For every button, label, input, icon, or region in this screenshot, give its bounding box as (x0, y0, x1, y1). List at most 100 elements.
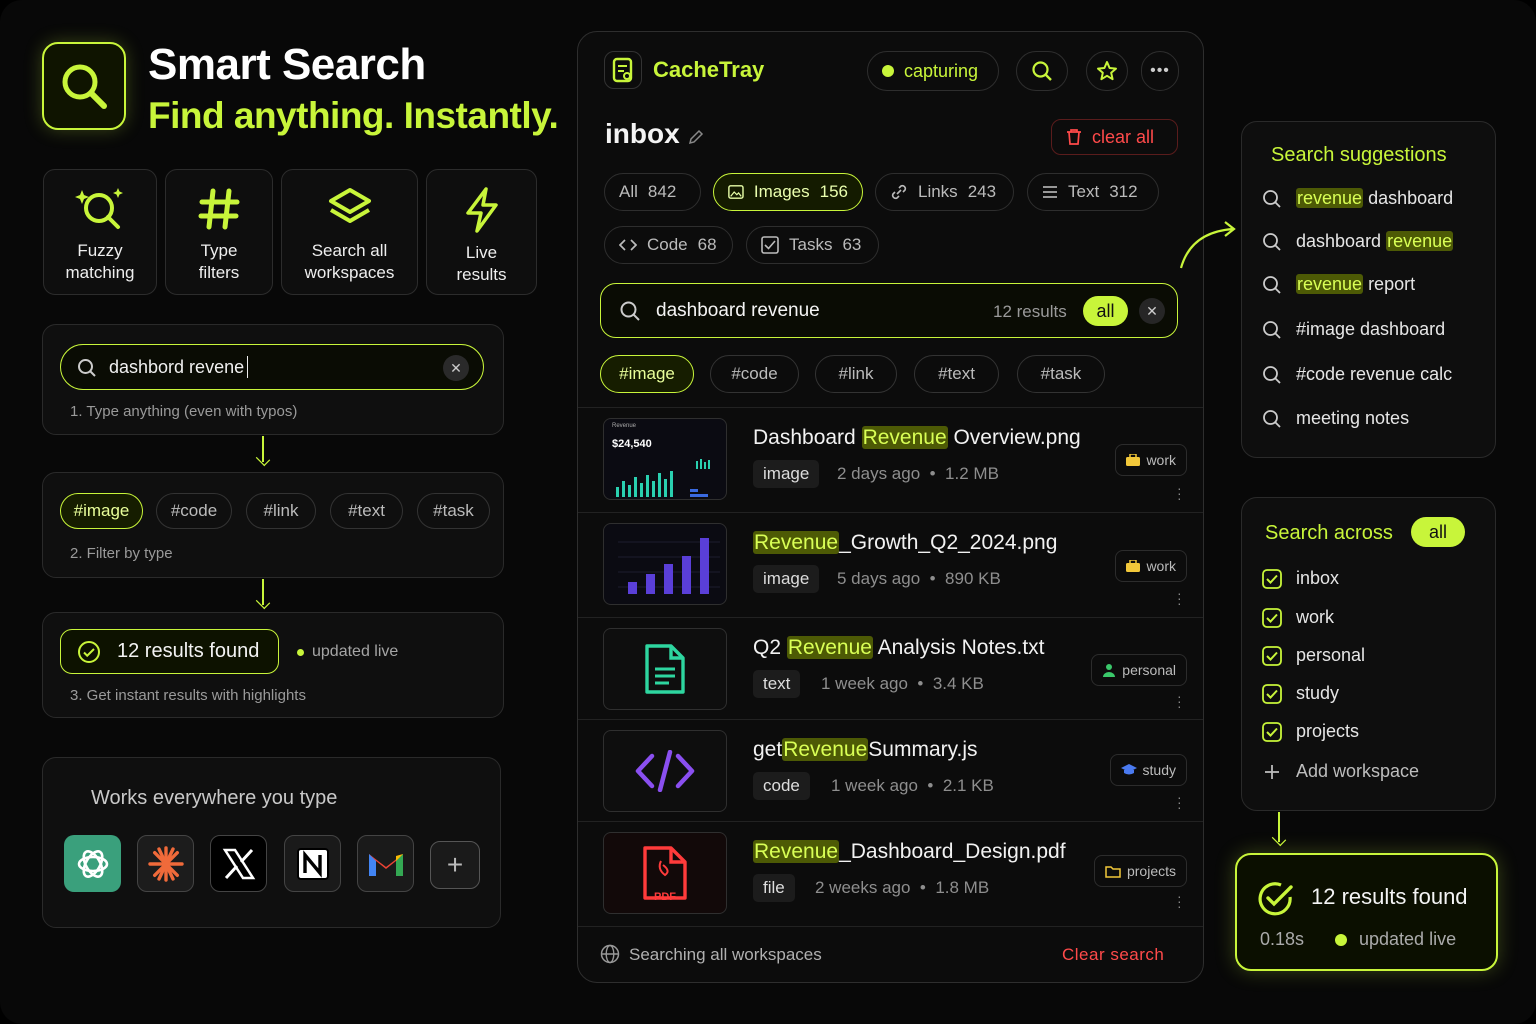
file-type: file (753, 874, 795, 902)
file-name: Q2 Revenue Analysis Notes.txt (753, 636, 1045, 659)
filter-code[interactable]: #code (156, 493, 232, 529)
workspace-checkbox-projects[interactable]: projects (1262, 721, 1359, 742)
suggestion-item[interactable]: dashboard revenue (1262, 231, 1454, 252)
across-all-badge[interactable]: all (1411, 517, 1465, 547)
integrations-card: Works everywhere you type + (42, 757, 501, 928)
chatgpt-icon[interactable] (64, 835, 121, 892)
tab-links[interactable]: Links 243 (875, 173, 1014, 211)
gmail-icon[interactable] (357, 835, 414, 892)
plus-icon (1265, 764, 1279, 779)
result-row[interactable]: Q2 Revenue Analysis Notes.txt text 1 wee… (578, 617, 1203, 721)
clear-search-icon[interactable]: ✕ (1139, 298, 1165, 324)
result-row[interactable]: Revenue_Growth_Q2_2024.png image 5 days … (578, 512, 1203, 616)
workspace-tag[interactable]: work (1115, 550, 1187, 582)
clear-search-link[interactable]: Clear search (1062, 945, 1164, 965)
row-menu-icon[interactable]: · · · (1177, 689, 1182, 713)
favorite-button[interactable] (1086, 51, 1128, 91)
search-icon (1263, 409, 1281, 428)
clear-all-button[interactable]: clear all (1051, 119, 1178, 155)
tab-text[interactable]: Text 312 (1027, 173, 1159, 211)
page: Smart Search Find anything. Instantly. F… (0, 0, 1536, 1024)
tab-all[interactable]: All 842 (604, 173, 701, 211)
arrow-head (255, 594, 271, 610)
result-row[interactable]: getRevenueSummary.js code 1 week ago • 2… (578, 719, 1203, 823)
row-menu-icon[interactable]: · · · (1177, 481, 1182, 505)
tab-images[interactable]: Images 156 (713, 173, 863, 211)
app-name: CacheTray (653, 57, 765, 82)
chip-text[interactable]: #text (914, 355, 999, 393)
demo-query: dashbord revene (109, 357, 245, 377)
file-type: text (753, 670, 801, 698)
summary-time: 0.18s (1260, 929, 1305, 949)
cachetray-logo-icon (604, 51, 642, 89)
file-meta: 2 days ago • 1.2 MB (837, 464, 999, 483)
clear-icon[interactable]: ✕ (443, 355, 469, 381)
search-icon (78, 359, 96, 377)
scope-toggle[interactable]: all (1083, 296, 1128, 326)
checkbox-checked-icon (1262, 568, 1282, 589)
tab-tasks[interactable]: Tasks 63 (746, 226, 879, 264)
image-icon (728, 185, 744, 199)
search-button[interactable] (1016, 51, 1068, 91)
workspace-checkbox-inbox[interactable]: inbox (1262, 568, 1339, 589)
arrow-head (255, 451, 271, 467)
main-search-input[interactable]: dashboard revenue 12 results all ✕ (600, 283, 1178, 338)
results-badge: 12 results found (60, 629, 279, 674)
filter-text[interactable]: #text (330, 493, 403, 529)
suggestion-item[interactable]: revenue report (1262, 274, 1415, 295)
more-button[interactable]: ••• (1141, 51, 1179, 91)
chip-task[interactable]: #task (1017, 355, 1105, 393)
arrow-head (1271, 831, 1287, 847)
suggestion-item[interactable]: meeting notes (1262, 408, 1409, 429)
layers-icon (328, 188, 371, 223)
suggestion-item[interactable]: #image dashboard (1262, 319, 1445, 340)
add-app-icon[interactable]: + (430, 841, 480, 889)
file-type: image (753, 460, 820, 488)
workspace-tag[interactable]: projects (1093, 855, 1187, 887)
row-menu-icon[interactable]: · · · (1177, 889, 1182, 913)
briefcase-icon (1126, 560, 1141, 572)
filter-link[interactable]: #link (246, 493, 316, 529)
more-icon: ••• (1150, 62, 1170, 79)
graduation-cap-icon (1120, 764, 1137, 775)
capture-status[interactable]: capturing (867, 51, 999, 91)
notion-icon[interactable] (284, 835, 341, 892)
tab-code[interactable]: Code 68 (604, 226, 733, 264)
briefcase-icon (1126, 454, 1141, 466)
chip-image[interactable]: #image (600, 355, 694, 393)
workspace-tag[interactable]: work (1115, 444, 1187, 476)
growth-chart-thumbnail (603, 523, 727, 605)
across-title: Search across (1265, 522, 1393, 544)
claude-icon[interactable] (137, 835, 194, 892)
workspace-checkbox-personal[interactable]: personal (1262, 645, 1365, 666)
result-row[interactable]: PDF Revenue_Dashboard_Design.pdf file 2 … (578, 821, 1203, 925)
suggestion-item[interactable]: revenue dashboard (1262, 188, 1453, 209)
workspace-checkbox-work[interactable]: work (1262, 607, 1334, 628)
filter-task[interactable]: #task (417, 493, 490, 529)
summary-live: updated live (1335, 929, 1456, 950)
row-menu-icon[interactable]: · · · (1177, 586, 1182, 610)
file-name: Dashboard Revenue Overview.png (753, 426, 1081, 449)
text-cursor (247, 356, 248, 378)
chip-link[interactable]: #link (815, 355, 897, 393)
workspace-tag[interactable]: personal (1091, 654, 1187, 686)
chip-code[interactable]: #code (710, 355, 799, 393)
menu-lines-icon (1043, 186, 1057, 198)
suggestion-item[interactable]: #code revenue calc (1262, 364, 1452, 385)
x-icon[interactable] (210, 835, 267, 892)
checkbox-checked-icon (1262, 683, 1282, 704)
folder-icon (1105, 865, 1121, 878)
edit-icon[interactable] (688, 129, 704, 145)
workspace-checkbox-study[interactable]: study (1262, 683, 1339, 704)
app-logo (42, 42, 126, 130)
filter-image[interactable]: #image (60, 493, 143, 529)
demo-search-input[interactable]: dashbord revene ✕ (60, 344, 484, 390)
workspace-tag[interactable]: study (1109, 754, 1187, 786)
result-row[interactable]: Revenue $24,540 Dashboard Revenue Overvi… (578, 407, 1203, 511)
feature-type-filters: Type filters (165, 169, 273, 295)
add-workspace-button[interactable]: Add workspace (1262, 761, 1419, 782)
suggestions-title: Search suggestions (1271, 144, 1447, 166)
file-meta: 2 weeks ago • 1.8 MB (815, 878, 990, 897)
row-menu-icon[interactable]: · · · (1177, 790, 1182, 814)
text-file-thumbnail (603, 628, 727, 710)
